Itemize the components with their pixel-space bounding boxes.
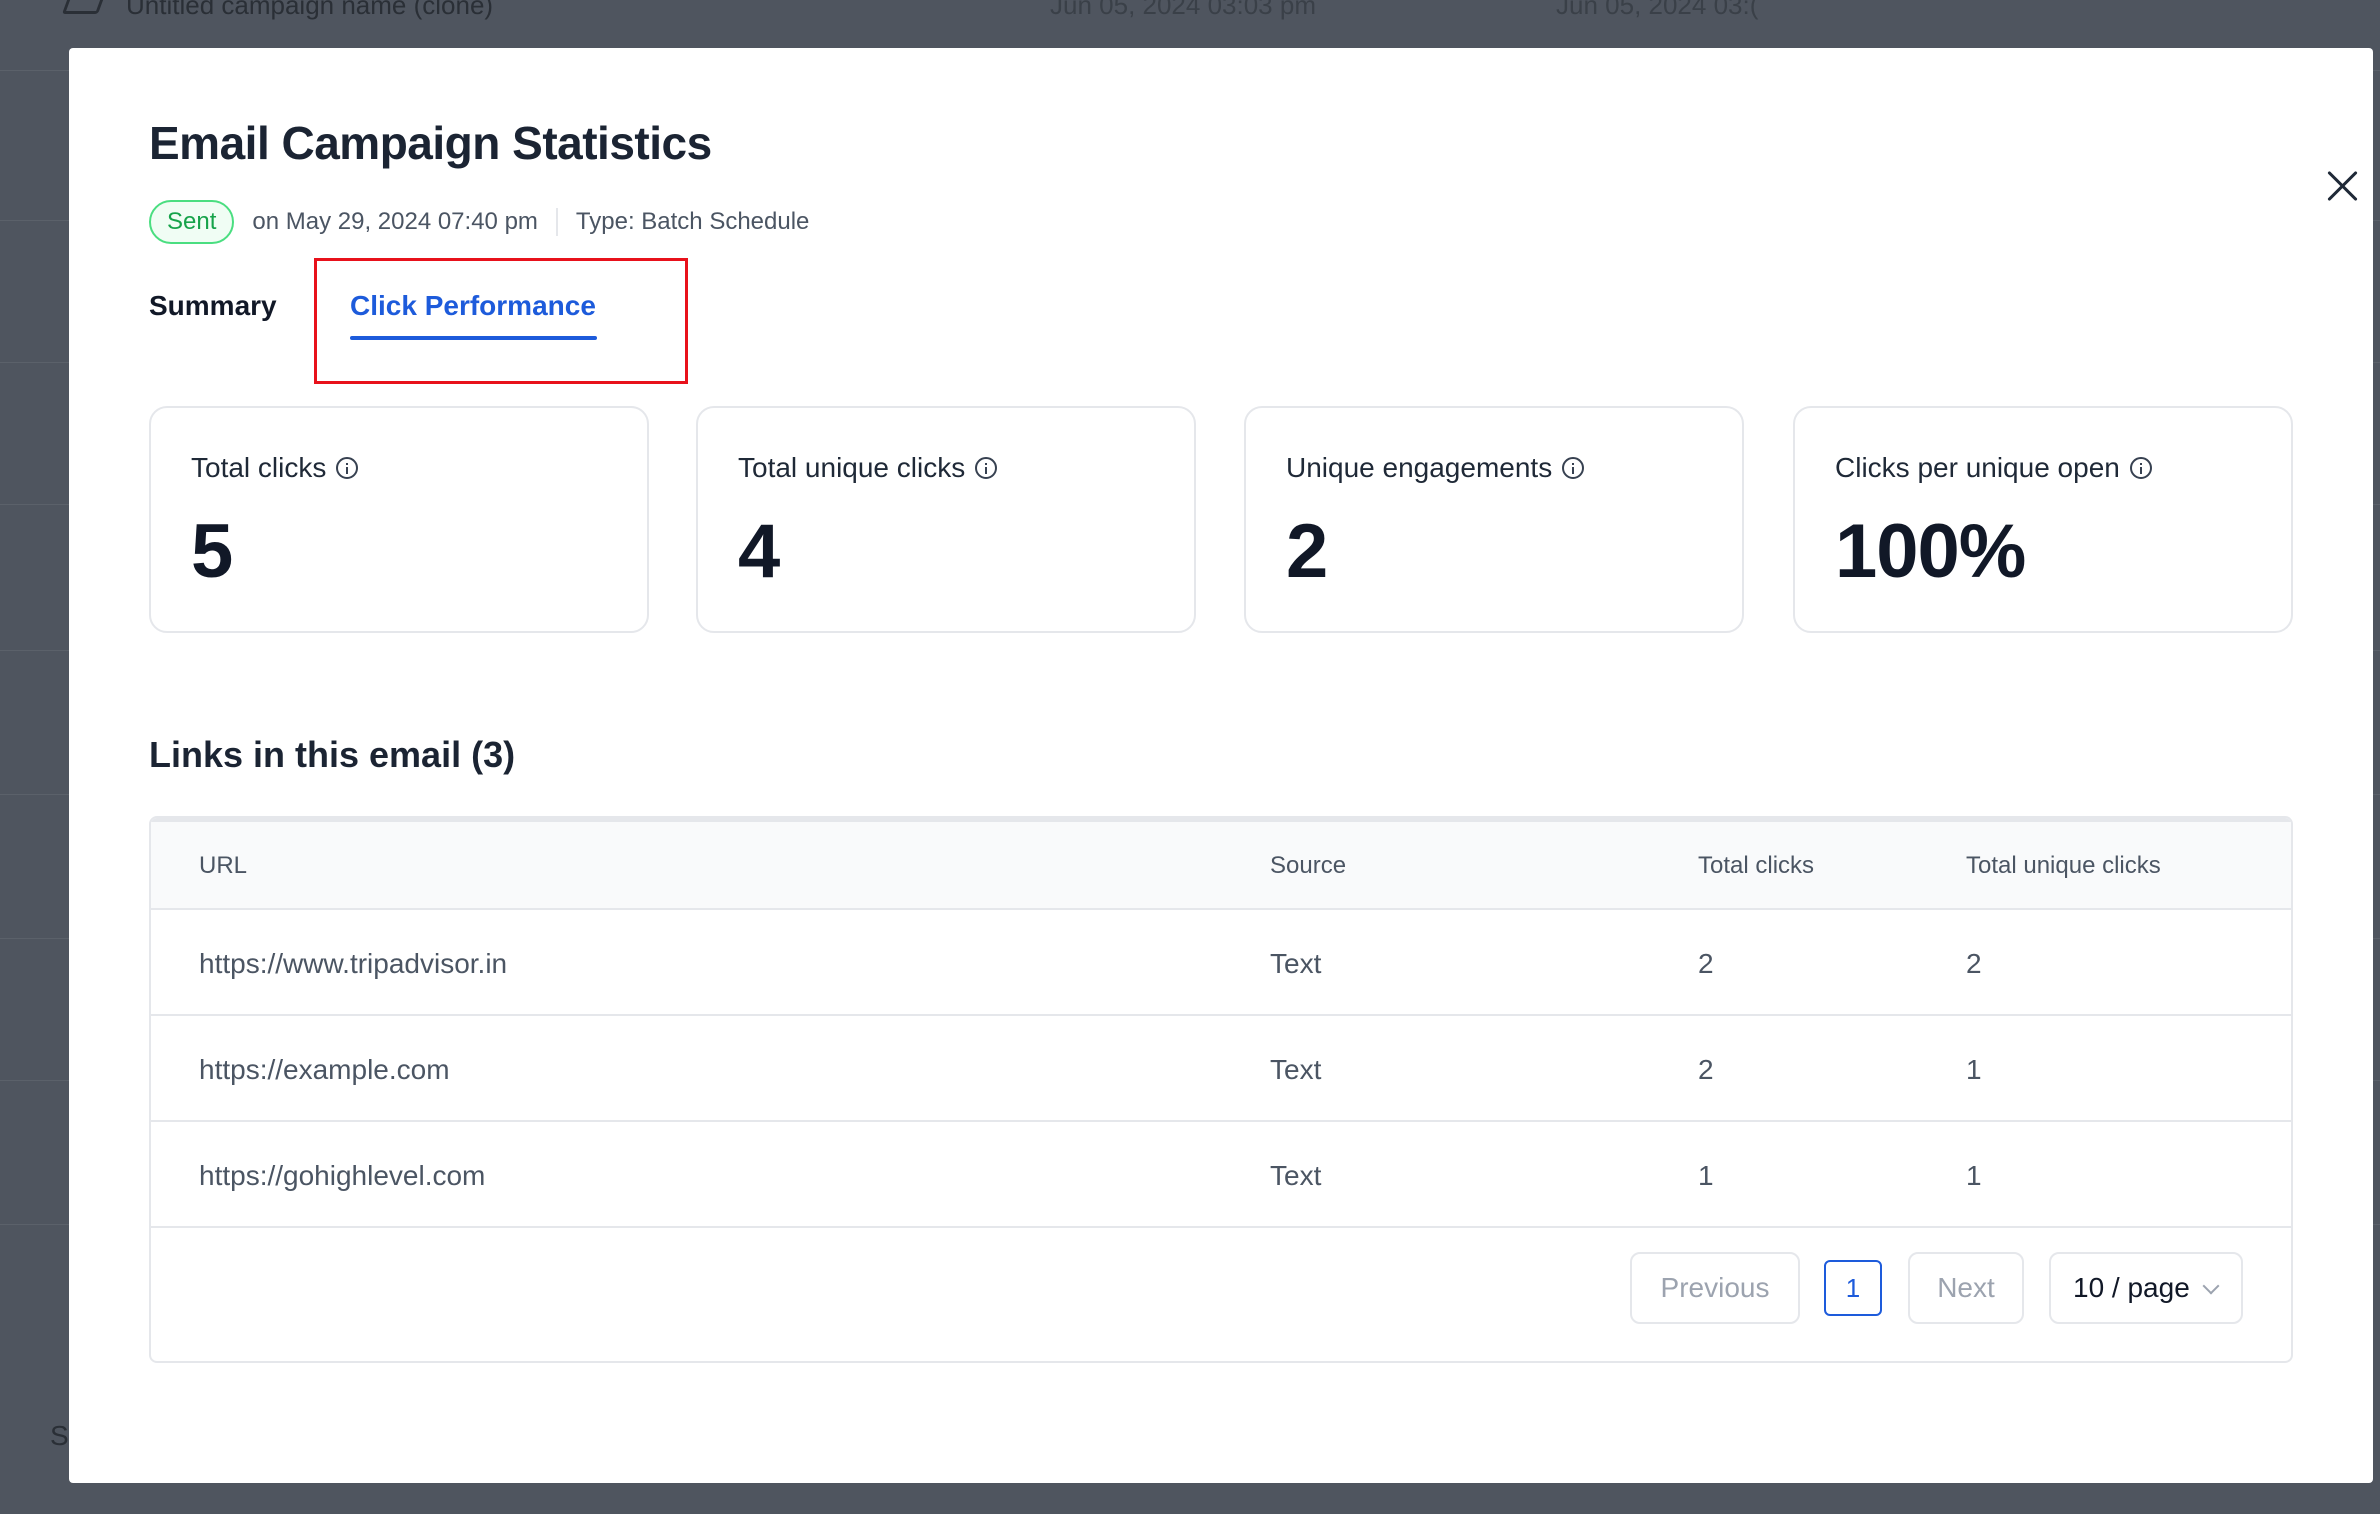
table-header: URL Source Total clicks Total unique cli… [151, 818, 2291, 910]
link-url[interactable]: https://example.com [199, 1054, 450, 1086]
stat-label: Unique engagements [1286, 452, 1553, 483]
header-source[interactable]: Source [1270, 852, 1346, 880]
link-total-clicks: 2 [1698, 1054, 1714, 1085]
link-url[interactable]: https://gohighlevel.com [199, 1160, 485, 1192]
highlight-box [314, 258, 688, 384]
stat-card-total-unique-clicks: Total unique clicks 4 [696, 406, 1196, 633]
stat-card-total-clicks: Total clicks 5 [149, 406, 649, 633]
stat-card-unique-engagements: Unique engagements 2 [1244, 406, 1744, 633]
status-badge: Sent [149, 200, 235, 244]
link-total-clicks: 2 [1698, 948, 1714, 979]
background-date-created: Jun 05, 2024 03:03 pm [1050, 0, 1316, 20]
sent-date: on May 29, 2024 07:40 pm [252, 208, 538, 235]
info-icon[interactable] [1562, 457, 1585, 479]
info-icon[interactable] [975, 457, 998, 479]
modal-title: Email Campaign Statistics [149, 117, 712, 169]
stat-label-wrapper: Unique engagements [1286, 452, 1585, 484]
previous-button[interactable]: Previous [1630, 1252, 1800, 1324]
tab-summary[interactable]: Summary [149, 290, 277, 322]
stat-label: Total unique clicks [738, 452, 966, 483]
pagination: Previous 1 Next 10 / page [151, 1252, 2291, 1324]
background-footer-text: S [50, 1420, 69, 1451]
page-number-button[interactable]: 1 [1824, 1260, 1882, 1316]
stat-label: Clicks per unique open [1835, 452, 2120, 483]
header-url[interactable]: URL [199, 852, 247, 880]
campaign-meta: Sent on May 29, 2024 07:40 pm Type: Batc… [149, 200, 809, 244]
link-unique-clicks: 2 [1966, 948, 1982, 979]
stat-value: 5 [191, 509, 233, 594]
stat-value: 100% [1835, 509, 2026, 594]
link-unique-clicks: 1 [1966, 1160, 1982, 1191]
info-icon[interactable] [336, 457, 359, 479]
chevron-down-icon [2202, 1277, 2220, 1295]
send-icon [61, 0, 107, 14]
stat-value: 2 [1286, 509, 1328, 594]
link-unique-clicks: 1 [1966, 1054, 1982, 1085]
campaign-type: Type: Batch Schedule [575, 208, 810, 235]
stat-card-clicks-per-unique-open: Clicks per unique open 100% [1793, 406, 2293, 633]
link-source: Text [1270, 1160, 1322, 1191]
links-table: URL Source Total clicks Total unique cli… [149, 816, 2293, 1363]
links-section-title: Links in this email (3) [149, 734, 516, 775]
background-date-updated: Jun 05, 2024 03:( [1556, 0, 1759, 20]
next-button[interactable]: Next [1908, 1252, 2024, 1324]
stat-cards: Total clicks 5 Total unique clicks 4 Uni… [149, 406, 2293, 633]
stat-value: 4 [738, 509, 780, 594]
table-row: https://www.tripadvisor.in Text 2 2 [151, 910, 2291, 1016]
stat-label-wrapper: Total clicks [191, 452, 359, 484]
link-total-clicks: 1 [1698, 1160, 1714, 1191]
stat-label-wrapper: Clicks per unique open [1835, 452, 2152, 484]
table-row: https://example.com Text 2 1 [151, 1016, 2291, 1122]
header-total-clicks[interactable]: Total clicks [1698, 852, 1814, 880]
background-campaign-name: Untitled campaign name (clone) [126, 0, 494, 20]
link-url[interactable]: https://www.tripadvisor.in [199, 948, 507, 980]
meta-divider [555, 208, 558, 236]
page-size-value: 10 / page [2073, 1272, 2190, 1303]
page-size-select[interactable]: 10 / page [2049, 1252, 2243, 1324]
stat-label: Total clicks [191, 452, 327, 483]
info-icon[interactable] [2129, 457, 2152, 479]
header-total-unique-clicks[interactable]: Total unique clicks [1966, 852, 2161, 880]
stat-label-wrapper: Total unique clicks [738, 452, 998, 484]
link-source: Text [1270, 1054, 1322, 1085]
link-source: Text [1270, 948, 1322, 979]
close-icon[interactable] [2313, 156, 2373, 216]
table-row: https://gohighlevel.com Text 1 1 [151, 1122, 2291, 1228]
